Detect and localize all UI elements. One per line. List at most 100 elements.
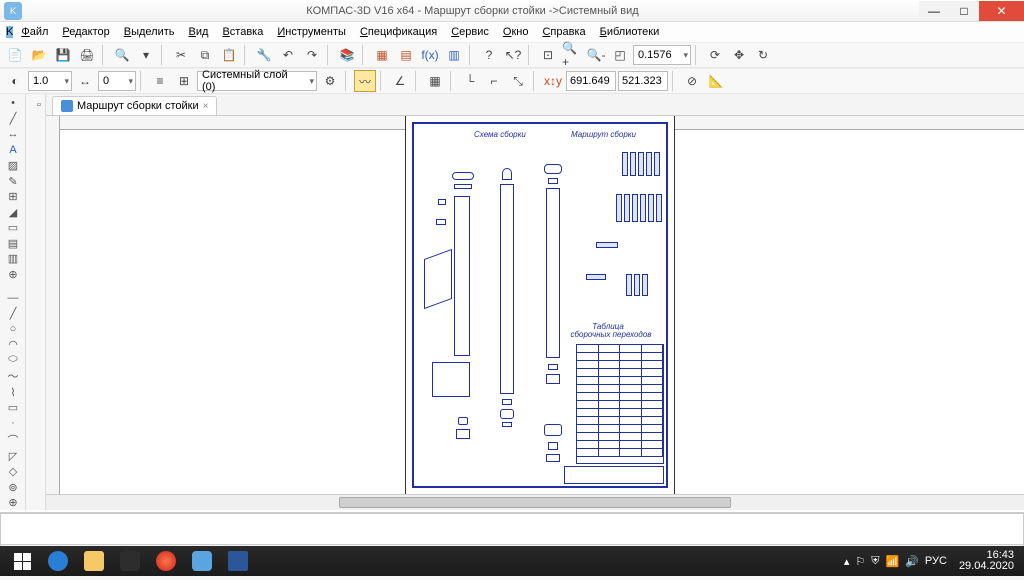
cut-icon[interactable]: ✂ (170, 44, 192, 66)
specs-icon[interactable]: ▤ (395, 44, 417, 66)
dimension-tool-icon[interactable]: ↔ (2, 127, 24, 142)
paste-icon[interactable]: 📋 (218, 44, 240, 66)
ellipse-icon[interactable]: ⬭ (2, 352, 24, 367)
layer-props-icon[interactable]: ⚙ (319, 70, 341, 92)
edit-tool-icon[interactable]: ✎ (2, 174, 24, 189)
polyline-icon[interactable]: ⌇ (2, 385, 24, 400)
maximize-button[interactable]: □ (949, 1, 979, 21)
state-icon[interactable]: ◐ (4, 70, 26, 92)
tray-network-icon[interactable]: 📶 (886, 555, 900, 568)
step-combo[interactable]: 0 (98, 71, 136, 91)
new-icon[interactable]: 📄 (4, 44, 26, 66)
chamfer-icon[interactable]: ◸ (2, 449, 24, 464)
coord-x[interactable]: 691.649 (566, 71, 616, 91)
zoom-window-icon[interactable]: ◰ (609, 44, 631, 66)
step-icon[interactable]: ↔ (74, 70, 96, 92)
collect-icon[interactable]: ⊕ (2, 495, 24, 510)
scale-combo[interactable]: 1.0 (28, 71, 72, 91)
menu-libraries[interactable]: Библиотеки (594, 24, 666, 40)
zoom-in-icon[interactable]: 🔍+ (561, 44, 583, 66)
task-player-icon[interactable] (112, 548, 148, 574)
app-menu-icon[interactable]: K (6, 26, 13, 38)
select-tool-icon[interactable]: ▭ (2, 221, 24, 236)
save-icon[interactable]: 💾 (52, 44, 74, 66)
tray-lang[interactable]: РУС (925, 555, 947, 567)
spline-icon[interactable]: 〜 (2, 368, 24, 384)
start-button[interactable] (4, 548, 40, 574)
measure-icon[interactable]: 📐 (705, 70, 727, 92)
hatch-tool-icon[interactable]: ▨ (2, 158, 24, 173)
close-button[interactable]: ✕ (979, 1, 1024, 21)
tray-flag-icon[interactable]: ⚐ (855, 555, 865, 568)
zoom-out-icon[interactable]: 🔍- (585, 44, 607, 66)
drawing-canvas[interactable]: Схема сборки Маршрут сборки (46, 116, 1024, 494)
report-icon[interactable]: ▥ (443, 44, 465, 66)
menu-tools[interactable]: Инструменты (271, 24, 352, 40)
vars-icon[interactable]: f(x) (419, 44, 441, 66)
snap-icon[interactable]: ∠ (389, 70, 411, 92)
break-icon[interactable]: ⊘ (681, 70, 703, 92)
scroll-thumb[interactable] (339, 497, 730, 508)
tab-close-icon[interactable]: × (203, 101, 209, 112)
task-ie-icon[interactable] (40, 548, 76, 574)
point-icon[interactable]: · (2, 416, 24, 431)
fillet-icon[interactable]: ⌒ (2, 432, 24, 448)
insert-tool-icon[interactable]: ⊕ (2, 267, 24, 282)
menu-insert[interactable]: Вставка (216, 24, 269, 40)
style-icon[interactable]: 〰 (354, 70, 376, 92)
undo-icon[interactable]: ↶ (277, 44, 299, 66)
copy-icon[interactable]: ⧉ (194, 44, 216, 66)
layers-icon[interactable]: ≡ (149, 70, 171, 92)
report-tool-icon[interactable]: ▥ (2, 252, 24, 267)
line-seg-icon[interactable]: — (2, 290, 24, 305)
horizontal-scrollbar[interactable] (46, 494, 1024, 510)
menu-file[interactable]: Файл (15, 24, 54, 40)
point-tool-icon[interactable]: • (2, 96, 24, 111)
measure-tool-icon[interactable]: ◢ (2, 205, 24, 220)
refresh-icon[interactable]: ⟳ (704, 44, 726, 66)
lib-icon[interactable]: 📚 (336, 44, 358, 66)
zoom-all-icon[interactable]: ⊡ (537, 44, 559, 66)
layer-combo[interactable]: Системный слой (0) (197, 71, 317, 91)
menu-select[interactable]: Выделить (118, 24, 181, 40)
coord-xy-icon[interactable]: x↕y (542, 70, 564, 92)
lcs-icon[interactable]: ⤡ (507, 70, 529, 92)
menu-spec[interactable]: Спецификация (354, 24, 443, 40)
dropdown-icon[interactable]: ▾ (135, 44, 157, 66)
rotate-icon[interactable]: ↻ (752, 44, 774, 66)
props-icon[interactable]: 🔧 (253, 44, 275, 66)
task-explorer-icon[interactable] (76, 548, 112, 574)
arc-icon[interactable]: ◠ (2, 337, 24, 352)
whatsthis-icon[interactable]: ↖? (502, 44, 524, 66)
tray-sound-icon[interactable]: 🔊 (905, 555, 919, 568)
print-icon[interactable]: 🖨 (76, 44, 98, 66)
equidist-icon[interactable]: ⊚ (2, 480, 24, 495)
round-icon[interactable]: ⌐ (483, 70, 505, 92)
tray-up-icon[interactable]: ▴ (844, 555, 850, 568)
tray-safe-icon[interactable]: ⛨ (871, 555, 879, 568)
text-tool-icon[interactable]: A (2, 143, 24, 158)
coord-y[interactable]: 521.323 (618, 71, 668, 91)
menu-editor[interactable]: Редактор (56, 24, 115, 40)
menu-help[interactable]: Справка (536, 24, 591, 40)
rect-icon[interactable]: ▭ (2, 401, 24, 416)
preview-icon[interactable]: 🔍 (111, 44, 133, 66)
zoom-combo[interactable]: 0.1576 (633, 45, 691, 65)
task-word-icon[interactable] (220, 548, 256, 574)
help-icon[interactable]: ? (478, 44, 500, 66)
circle-icon[interactable]: ○ (2, 321, 24, 336)
redo-icon[interactable]: ↷ (301, 44, 323, 66)
aux-line-icon[interactable]: ╱ (2, 306, 24, 321)
spec-tool-icon[interactable]: ▤ (2, 236, 24, 251)
menu-window[interactable]: Окно (497, 24, 535, 40)
open-icon[interactable]: 📂 (28, 44, 50, 66)
manager-icon[interactable]: ▦ (371, 44, 393, 66)
pan-icon[interactable]: ✥ (728, 44, 750, 66)
task-browser-icon[interactable] (148, 548, 184, 574)
grid-icon[interactable]: ▦ (424, 70, 446, 92)
tree-icon[interactable]: ⊞ (173, 70, 195, 92)
minimize-button[interactable]: — (919, 1, 949, 21)
param-tool-icon[interactable]: ⊞ (2, 189, 24, 204)
menu-view[interactable]: Вид (183, 24, 215, 40)
document-tab[interactable]: Маршрут сборки стойки × (52, 96, 217, 115)
